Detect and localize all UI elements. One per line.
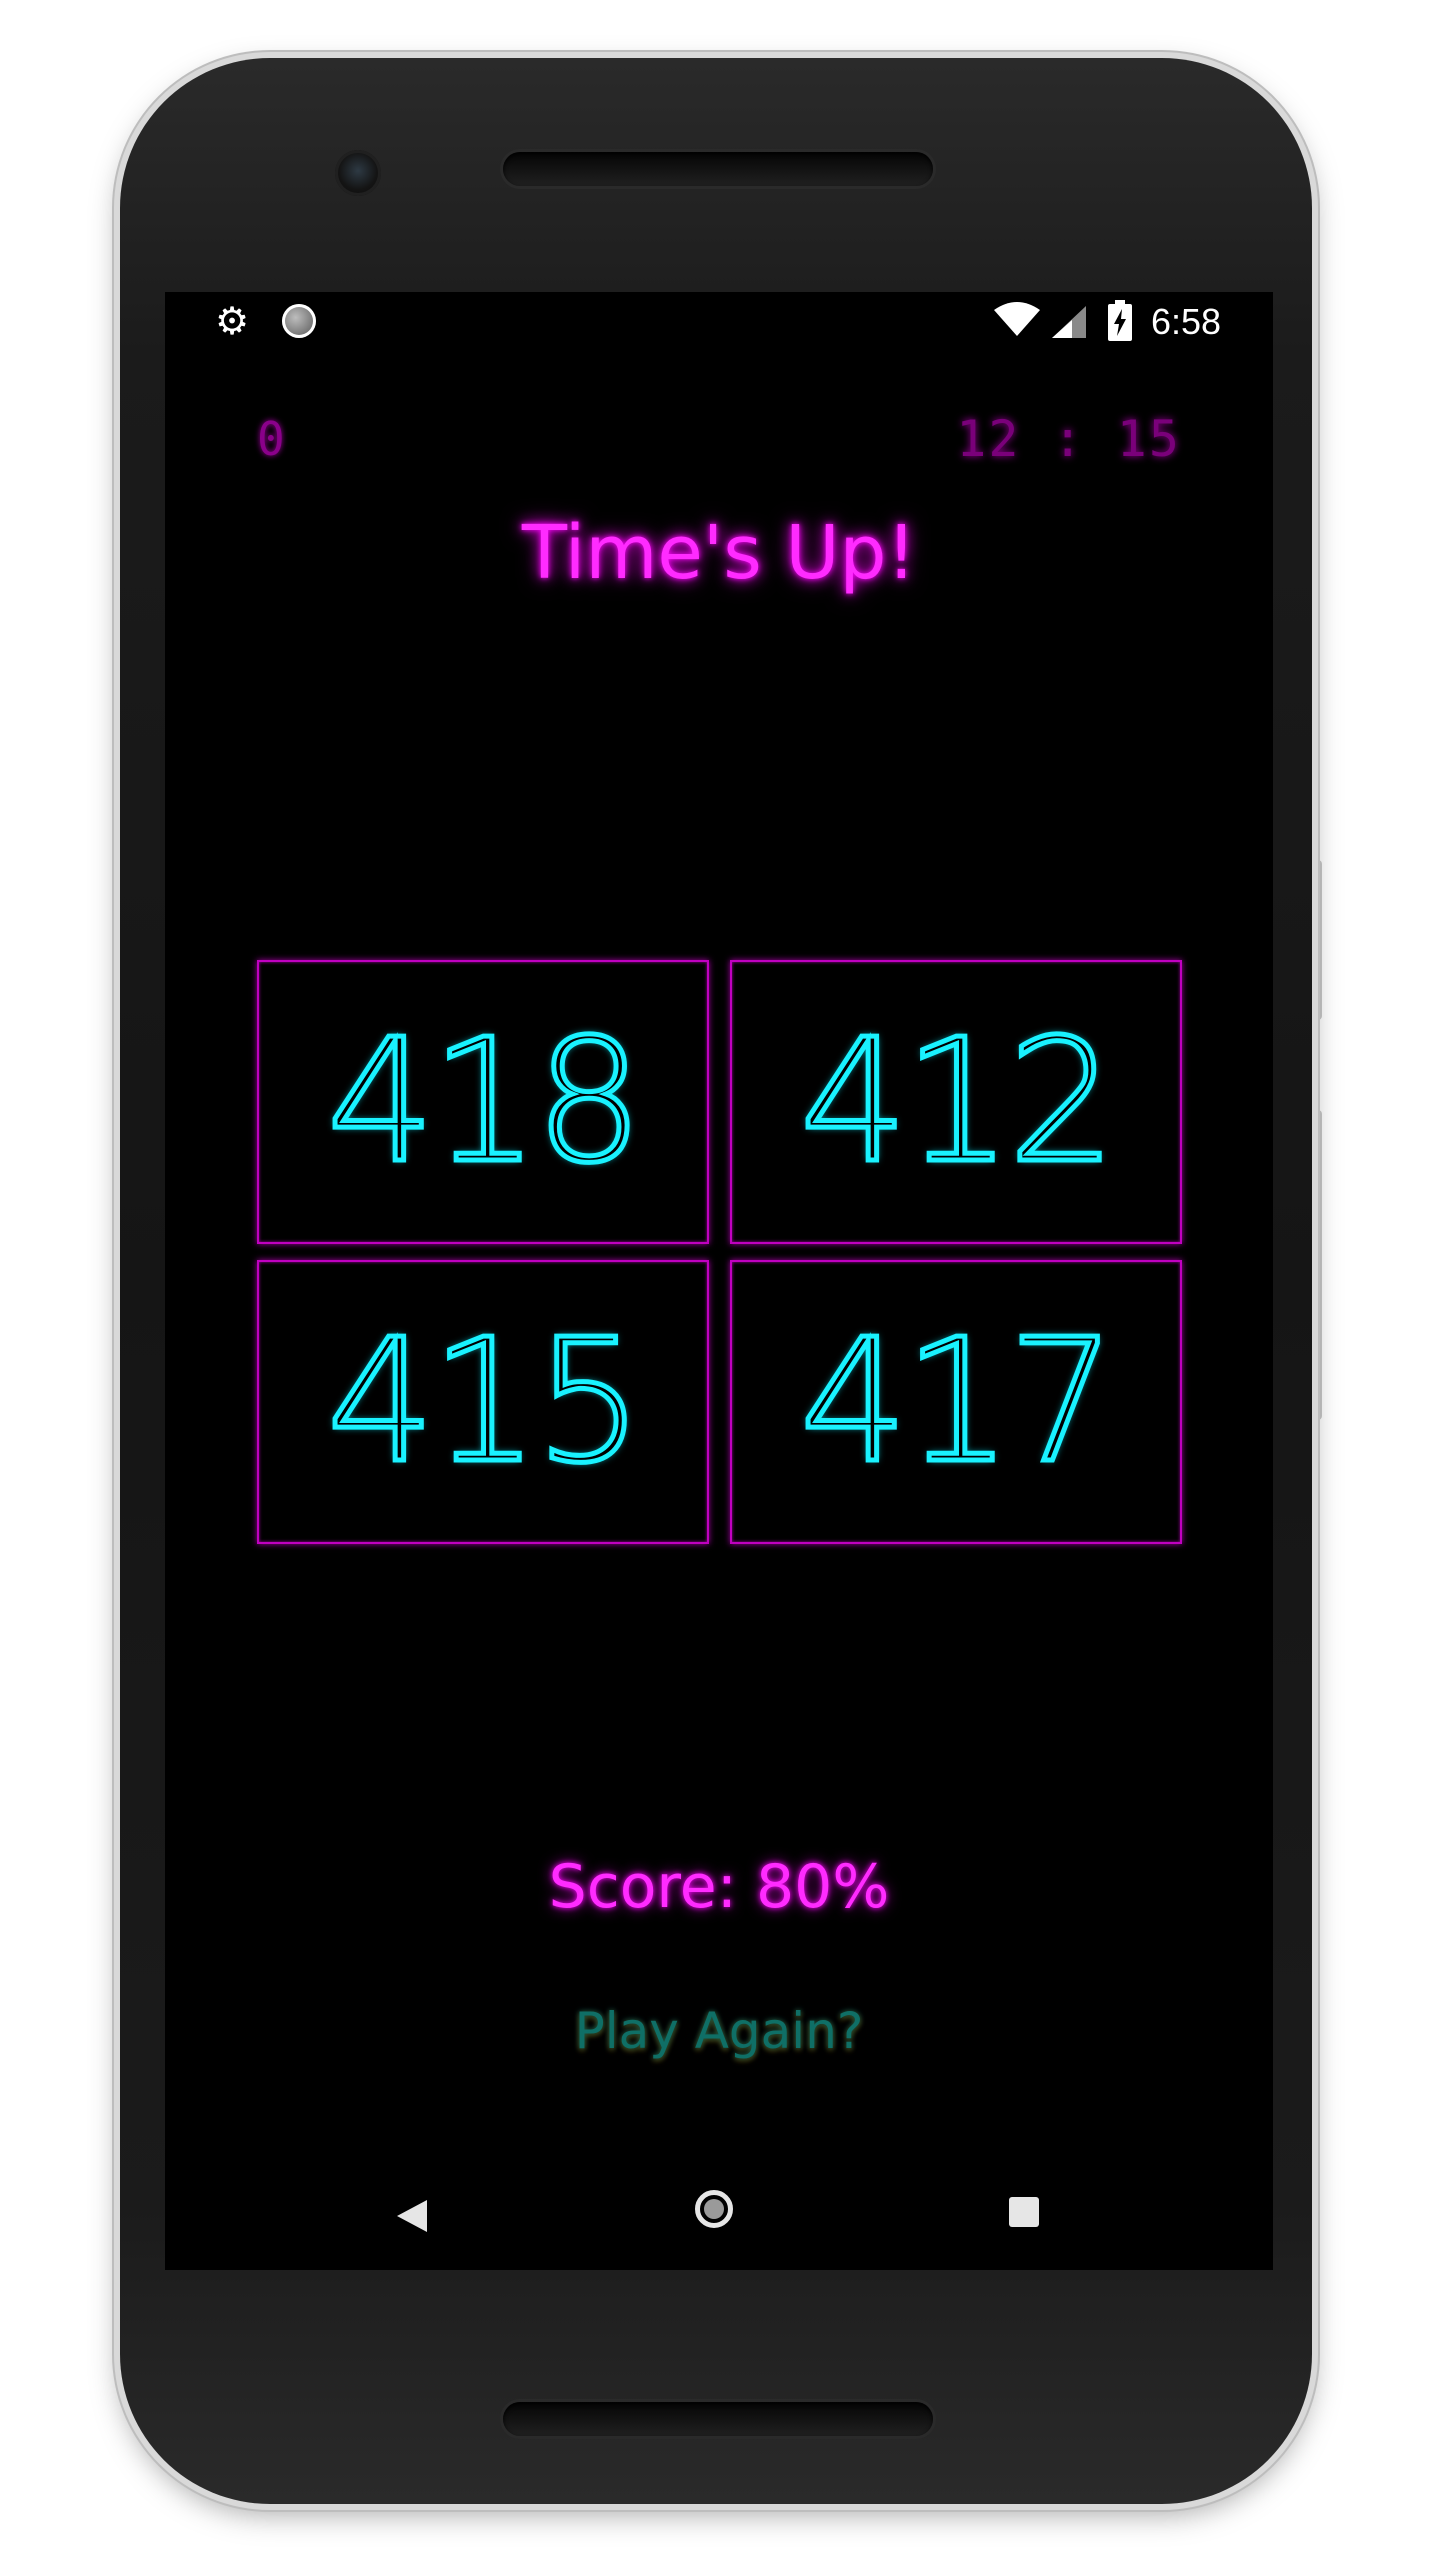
page-title: Time's Up!: [521, 510, 917, 596]
settings-gear-icon: ⚙: [215, 299, 250, 343]
answer-value: 417: [797, 1303, 1118, 1501]
answer-value: 415: [324, 1303, 645, 1501]
answer-button-1[interactable]: 418: [257, 960, 709, 1244]
play-again-button[interactable]: Play Again?: [165, 2002, 1273, 2060]
answer-button-4[interactable]: 417: [730, 1260, 1182, 1544]
answer-value: 418: [324, 1003, 645, 1201]
top-speaker: [503, 152, 933, 186]
status-bar: ⚙ 6:58: [165, 292, 1273, 350]
front-camera: [335, 150, 381, 196]
bottom-speaker: [503, 2402, 933, 2436]
app-screen: ⚙ 6:58 0 12 : 15 Time's Up! 418 412 415 …: [165, 292, 1273, 2270]
status-time: 6:58: [1151, 301, 1222, 342]
answer-button-2[interactable]: 412: [730, 960, 1182, 1244]
recents-icon[interactable]: [1009, 2197, 1039, 2227]
back-icon[interactable]: [397, 2200, 427, 2232]
battery-charging-icon: [1108, 300, 1132, 341]
cell-signal-icon: [1052, 306, 1086, 338]
volume-button: [1312, 860, 1322, 1020]
power-button: [1312, 1110, 1322, 1420]
sync-indicator-icon: [282, 304, 316, 338]
wifi-icon: [994, 302, 1040, 336]
final-score: Score: 80%: [548, 1852, 890, 1922]
game-timer: 12 : 15: [956, 410, 1181, 468]
current-score: 0: [257, 412, 285, 466]
answer-value: 412: [797, 1003, 1118, 1201]
answer-button-3[interactable]: 415: [257, 1260, 709, 1544]
home-icon[interactable]: [695, 2190, 733, 2228]
